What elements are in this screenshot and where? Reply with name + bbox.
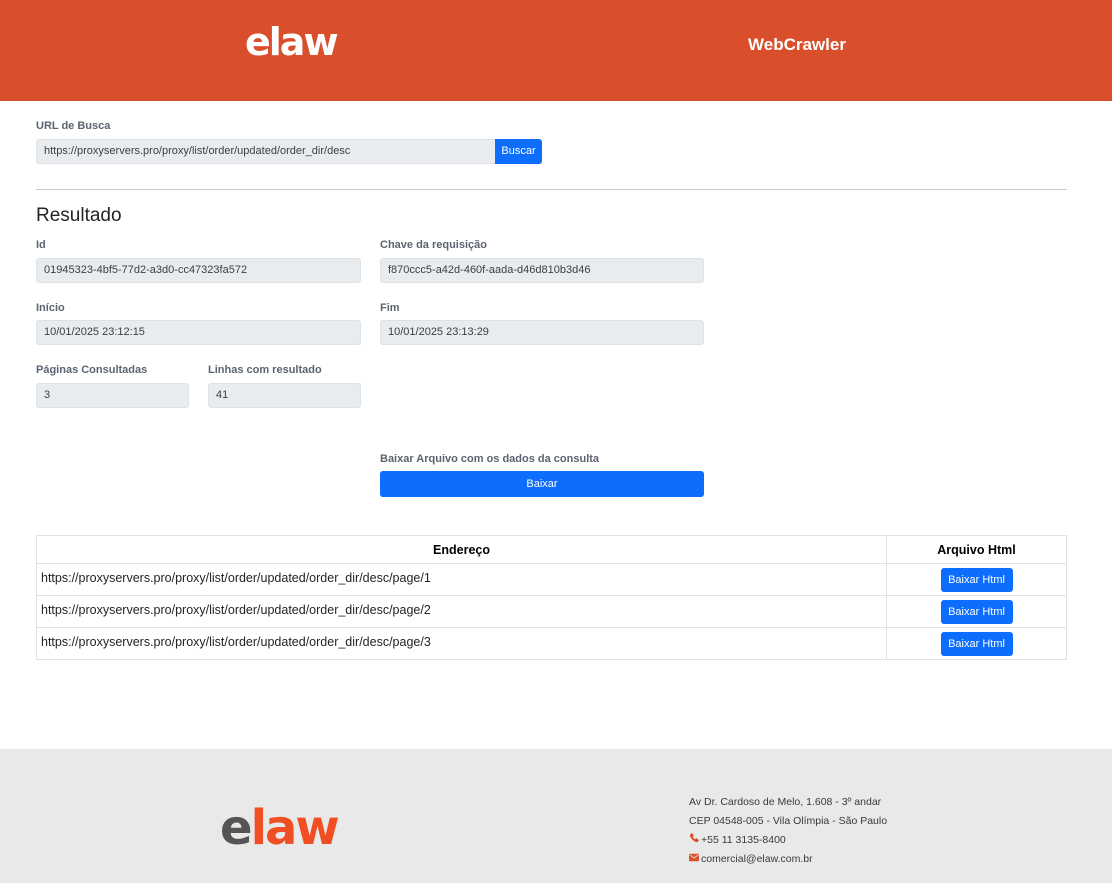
row-url: https://proxyservers.pro/proxy/list/orde… — [36, 627, 887, 660]
id-label: Id — [36, 239, 46, 251]
download-html-button[interactable]: Baixar Html — [940, 599, 1013, 624]
end-field[interactable]: 10/01/2025 23:13:29 — [380, 320, 704, 345]
footer-elaw-logo[interactable]: elaw — [220, 804, 340, 852]
table-header-row: Endereço Arquivo Html — [36, 535, 1067, 564]
table-row: https://proxyservers.pro/proxy/list/orde… — [36, 563, 1067, 596]
footer-logo-e: e — [220, 800, 253, 856]
row-action-cell: Baixar Html — [886, 627, 1067, 660]
search-button[interactable]: Buscar — [495, 139, 542, 164]
result-lines-field[interactable]: 41 — [208, 383, 361, 408]
download-button[interactable]: Baixar — [380, 471, 704, 497]
envelope-icon — [689, 850, 701, 869]
footer-logo-law: law — [250, 800, 340, 856]
download-file-label: Baixar Arquivo com os dados da consulta — [380, 453, 600, 465]
header-bar: elaw WebCrawler — [0, 0, 1112, 101]
request-key-field[interactable]: f870ccc5-a42d-460f-aada-d46d810b3d46 — [380, 258, 704, 283]
row-url: https://proxyservers.pro/proxy/list/orde… — [36, 563, 887, 596]
phone-number[interactable]: +55 11 3135-8400 — [701, 834, 786, 846]
result-lines-label: Linhas com resultado — [208, 364, 322, 376]
footer: elaw Av Dr. Cardoso de Melo, 1.608 - 3º … — [0, 749, 1112, 883]
end-label: Fim — [380, 302, 400, 314]
phone-line: +55 11 3135-8400 — [689, 831, 887, 850]
column-header-html-file: Arquivo Html — [886, 535, 1067, 564]
pages-consulted-field[interactable]: 3 — [36, 383, 189, 408]
results-table: Endereço Arquivo Html https://proxyserve… — [36, 535, 1067, 660]
address-line-2: CEP 04548-005 - Vila Olímpia - São Paulo — [689, 815, 888, 827]
pages-consulted-label: Páginas Consultadas — [36, 364, 148, 376]
id-field[interactable]: 01945323-4bf5-77d2-a3d0-cc47323fa572 — [36, 258, 361, 283]
row-url: https://proxyservers.pro/proxy/list/orde… — [36, 595, 887, 628]
table-row: https://proxyservers.pro/proxy/list/orde… — [36, 595, 1067, 628]
page-title: WebCrawler — [748, 35, 846, 54]
search-url-label: URL de Busca — [36, 120, 111, 132]
request-key-label: Chave da requisição — [380, 239, 487, 251]
address-line-1: Av Dr. Cardoso de Melo, 1.608 - 3º andar — [689, 796, 882, 808]
row-action-cell: Baixar Html — [886, 563, 1067, 596]
column-header-address: Endereço — [36, 535, 887, 564]
search-url-input[interactable]: https://proxyservers.pro/proxy/list/orde… — [36, 139, 496, 164]
download-html-button[interactable]: Baixar Html — [940, 631, 1013, 656]
table-row: https://proxyservers.pro/proxy/list/orde… — [36, 627, 1067, 660]
elaw-logo[interactable]: elaw — [245, 23, 339, 61]
footer-contact-info: Av Dr. Cardoso de Melo, 1.608 - 3º andar… — [689, 793, 887, 869]
email-line: comercial@elaw.com.br — [689, 850, 887, 869]
download-html-button[interactable]: Baixar Html — [940, 567, 1013, 592]
start-field[interactable]: 10/01/2025 23:12:15 — [36, 320, 361, 345]
start-label: Início — [36, 302, 65, 314]
divider — [36, 189, 1067, 190]
result-section-title: Resultado — [36, 205, 122, 226]
email-address[interactable]: comercial@elaw.com.br — [701, 853, 813, 865]
row-action-cell: Baixar Html — [886, 595, 1067, 628]
phone-icon — [689, 831, 701, 850]
